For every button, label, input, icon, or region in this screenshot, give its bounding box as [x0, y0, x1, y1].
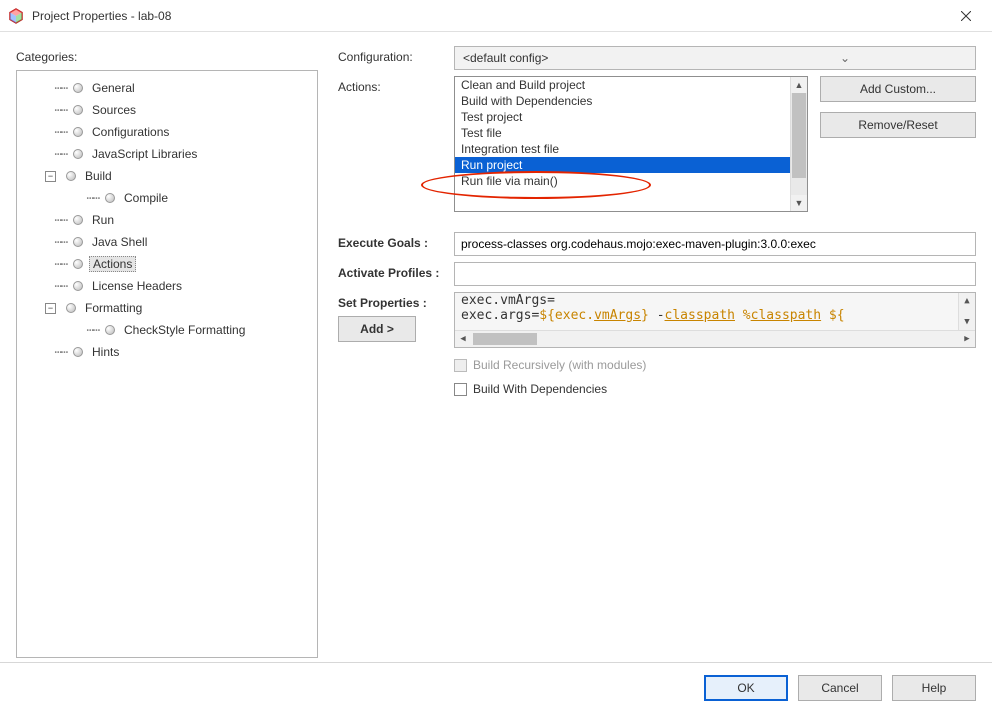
scrollbar-horizontal[interactable]: ◀ ▶ [455, 330, 975, 347]
bullet-icon [73, 83, 83, 93]
scrollbar-vertical[interactable]: ▲ ▼ [790, 77, 807, 211]
action-row[interactable]: Integration test file [455, 141, 807, 157]
tree-item-hints[interactable]: ⋯⋯Hints [21, 341, 313, 363]
action-row[interactable]: Build with Dependencies [455, 93, 807, 109]
build-with-deps-label: Build With Dependencies [473, 382, 607, 396]
tree-item-java-shell[interactable]: ⋯⋯Java Shell [21, 231, 313, 253]
bullet-icon [73, 259, 83, 269]
add-custom-button[interactable]: Add Custom... [820, 76, 976, 102]
bullet-icon [66, 303, 76, 313]
execute-goals-input[interactable] [454, 232, 976, 256]
app-icon [8, 8, 24, 24]
bullet-icon [73, 127, 83, 137]
help-button[interactable]: Help [892, 675, 976, 701]
categories-label: Categories: [16, 50, 318, 64]
bullet-icon [73, 105, 83, 115]
tree-item-license-headers[interactable]: ⋯⋯License Headers [21, 275, 313, 297]
collapse-icon[interactable]: − [45, 303, 56, 314]
cancel-button[interactable]: Cancel [798, 675, 882, 701]
checkbox-icon [454, 359, 467, 372]
bullet-icon [66, 171, 76, 181]
action-row[interactable]: Test project [455, 109, 807, 125]
tree-item-build[interactable]: −Build [21, 165, 313, 187]
dialog-footer: OK Cancel Help [0, 662, 992, 713]
tree-item-actions[interactable]: ⋯⋯Actions [21, 253, 313, 275]
titlebar: Project Properties - lab-08 [0, 0, 992, 32]
categories-tree: ⋯⋯General ⋯⋯Sources ⋯⋯Configurations ⋯⋯J… [16, 70, 318, 658]
checkbox-icon[interactable] [454, 383, 467, 396]
bullet-icon [73, 281, 83, 291]
action-row[interactable]: Test file [455, 125, 807, 141]
scroll-right-icon[interactable]: ▶ [959, 334, 975, 344]
props-line-1: exec.vmArgs= [455, 293, 975, 308]
bullet-icon [73, 215, 83, 225]
scroll-down-icon[interactable]: ▼ [795, 195, 804, 211]
action-row-selected[interactable]: Run project [455, 157, 807, 173]
tree-item-formatting[interactable]: −Formatting [21, 297, 313, 319]
configuration-label: Configuration: [338, 46, 454, 64]
chevron-down-icon: ⌄ [715, 51, 975, 65]
ok-button[interactable]: OK [704, 675, 788, 701]
bullet-icon [73, 347, 83, 357]
tree-item-run[interactable]: ⋯⋯Run [21, 209, 313, 231]
bullet-icon [73, 149, 83, 159]
bullet-icon [105, 193, 115, 203]
scroll-left-icon[interactable]: ◀ [455, 334, 471, 344]
set-properties-editor[interactable]: exec.vmArgs= exec.args=${exec.vmArgs} -c… [454, 292, 976, 348]
build-recursively-row: Build Recursively (with modules) [454, 358, 976, 372]
actions-list[interactable]: Clean and Build project Build with Depen… [454, 76, 808, 212]
bullet-icon [73, 237, 83, 247]
tree-item-configurations[interactable]: ⋯⋯Configurations [21, 121, 313, 143]
execute-goals-label: Execute Goals : [338, 232, 454, 250]
tree-item-checkstyle[interactable]: ⋯⋯CheckStyle Formatting [21, 319, 313, 341]
scrollbar-vertical[interactable]: ▲ ▼ [958, 293, 975, 330]
collapse-icon[interactable]: − [45, 171, 56, 182]
actions-label: Actions: [338, 76, 454, 94]
tree-item-compile[interactable]: ⋯⋯Compile [21, 187, 313, 209]
remove-reset-button[interactable]: Remove/Reset [820, 112, 976, 138]
activate-profiles-label: Activate Profiles : [338, 262, 454, 280]
configuration-select[interactable]: <default config> ⌄ [454, 46, 976, 70]
tree-item-js-libraries[interactable]: ⋯⋯JavaScript Libraries [21, 143, 313, 165]
scroll-up-icon[interactable]: ▲ [795, 77, 804, 93]
configuration-value: <default config> [455, 51, 715, 65]
scroll-up-icon[interactable]: ▲ [964, 293, 969, 309]
action-row[interactable]: Run file via main() [455, 173, 807, 189]
props-line-2: exec.args=${exec.vmArgs} -classpath %cla… [455, 308, 975, 323]
activate-profiles-input[interactable] [454, 262, 976, 286]
window-title: Project Properties - lab-08 [32, 9, 948, 23]
add-property-button[interactable]: Add > [338, 316, 416, 342]
tree-item-general[interactable]: ⋯⋯General [21, 77, 313, 99]
set-properties-label: Set Properties : [338, 296, 454, 310]
bullet-icon [105, 325, 115, 335]
scroll-down-icon[interactable]: ▼ [964, 314, 969, 330]
close-button[interactable] [948, 2, 984, 30]
tree-item-sources[interactable]: ⋯⋯Sources [21, 99, 313, 121]
build-with-deps-row[interactable]: Build With Dependencies [454, 382, 976, 396]
action-row[interactable]: Clean and Build project [455, 77, 807, 93]
build-recursively-label: Build Recursively (with modules) [473, 358, 646, 372]
